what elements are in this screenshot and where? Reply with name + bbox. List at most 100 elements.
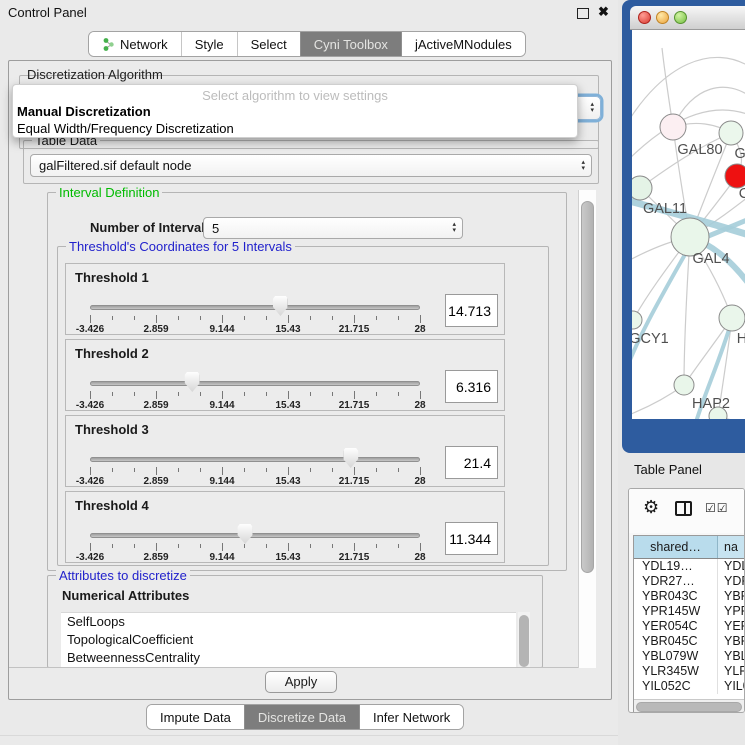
table-cell[interactable]: YBL079W <box>634 649 718 664</box>
settings-scrollbar-thumb[interactable] <box>581 201 594 573</box>
table-row[interactable]: YBL079W YBL0 <box>634 649 744 664</box>
table-cell[interactable]: YER0 <box>718 619 744 634</box>
network-window-titlebar[interactable] <box>630 6 745 30</box>
tab-impute-data[interactable]: Impute Data <box>147 705 244 729</box>
table-row[interactable]: YIL052C YIL0 <box>634 679 744 694</box>
threshold-slider[interactable]: -3.4262.8599.14415.4321.71528 <box>90 444 420 486</box>
table-row[interactable]: YLR345W YLR3 <box>634 664 744 679</box>
table-row[interactable]: YBR045C YBR0 <box>634 634 744 649</box>
slider-thumb[interactable] <box>273 296 288 316</box>
table-cell[interactable]: YPR1 <box>718 604 744 619</box>
column-header-shared-name[interactable]: shared… <box>634 536 718 558</box>
tab-discretize-data[interactable]: Discretize Data <box>244 705 360 729</box>
threshold-panel: Threshold 3 -3.4262.8599.14415.4321.7152… <box>65 415 505 487</box>
dropdown-option-equal-width[interactable]: Equal Width/Frequency Discretization <box>13 120 577 137</box>
tab-label: Network <box>120 37 168 52</box>
slider-track[interactable] <box>90 381 420 386</box>
table-cell[interactable]: YDL19… <box>634 559 718 574</box>
tab-label: Cyni Toolbox <box>314 37 388 52</box>
table-cell[interactable]: YBR0 <box>718 634 744 649</box>
table-row[interactable]: YDR27… YDR2 <box>634 574 744 589</box>
threshold-label: Threshold 4 <box>75 498 149 513</box>
table-cell[interactable]: YLR3 <box>718 664 744 679</box>
slider-thumb[interactable] <box>343 448 358 468</box>
tab-network[interactable]: Network <box>89 32 181 56</box>
table-cell[interactable]: YDR2 <box>718 574 744 589</box>
table-toolbar: ⚙ ☑☑ <box>629 489 744 533</box>
thresholds-group-title: Threshold's Coordinates for 5 Intervals <box>66 239 295 254</box>
threshold-slider[interactable]: -3.4262.8599.14415.4321.71528 <box>90 292 420 334</box>
table-cell[interactable]: YLR345W <box>634 664 718 679</box>
slider-track[interactable] <box>90 305 420 310</box>
apply-button[interactable]: Apply <box>265 671 337 693</box>
tab-cyni-toolbox[interactable]: Cyni Toolbox <box>300 32 402 56</box>
table-cell[interactable]: YIL052C <box>634 679 718 694</box>
table-cell[interactable]: YBR045C <box>634 634 718 649</box>
threshold-slider[interactable]: -3.4262.8599.14415.4321.71528 <box>90 520 420 562</box>
threshold-slider[interactable]: -3.4262.8599.14415.4321.71528 <box>90 368 420 410</box>
slider-track[interactable] <box>90 457 420 462</box>
slider-thumb[interactable] <box>238 524 253 544</box>
threshold-label: Threshold 3 <box>75 422 149 437</box>
attributes-list-scrollbar[interactable] <box>518 612 530 667</box>
table-data-combobox[interactable]: galFiltered.sif default node ▴▾ <box>30 154 592 177</box>
table-cell[interactable]: YPR145W <box>634 604 718 619</box>
column-layout-icon[interactable] <box>675 501 692 516</box>
gear-icon[interactable]: ⚙ <box>643 497 659 518</box>
attributes-group: Attributes to discretize Numerical Attri… <box>47 575 543 668</box>
table-cell[interactable]: YDR27… <box>634 574 718 589</box>
checkbox-icon[interactable]: ☑☑ <box>705 501 729 515</box>
table-cell[interactable]: YBR043C <box>634 589 718 604</box>
threshold-value-field[interactable] <box>445 522 498 555</box>
list-item[interactable]: TopologicalCoefficient <box>61 631 516 649</box>
table-hscrollbar[interactable] <box>634 699 744 713</box>
table-row[interactable]: YPR145W YPR1 <box>634 604 744 619</box>
tab-select[interactable]: Select <box>237 32 300 56</box>
table-row[interactable]: YDL19… YDL1 <box>634 559 744 574</box>
network-node[interactable] <box>674 375 694 395</box>
network-edge-thick[interactable] <box>632 242 692 375</box>
attributes-list[interactable]: SelfLoopsTopologicalCoefficientBetweenne… <box>61 612 516 667</box>
tab-infer-network[interactable]: Infer Network <box>360 705 463 729</box>
list-item[interactable]: SelfLoops <box>61 613 516 631</box>
table-cell[interactable]: YDL1 <box>718 559 744 574</box>
column-header-name[interactable]: na <box>718 536 744 558</box>
close-traffic-light-icon[interactable] <box>638 11 651 24</box>
table-cell[interactable]: YIL0 <box>718 679 744 694</box>
threshold-value-field[interactable] <box>445 370 498 403</box>
table-cell[interactable]: YER054C <box>634 619 718 634</box>
threshold-value-field[interactable] <box>445 294 498 327</box>
network-node-label: GAL80 <box>677 142 722 158</box>
network-node[interactable] <box>719 121 743 145</box>
network-icon <box>102 37 115 52</box>
network-node[interactable] <box>632 311 642 329</box>
control-panel-titlebar: Control Panel ✖ <box>0 0 618 24</box>
network-edge[interactable] <box>684 237 690 385</box>
tab-label: Discretize Data <box>258 710 346 725</box>
dropdown-option-manual[interactable]: Manual Discretization <box>13 103 577 120</box>
network-node[interactable] <box>725 164 745 188</box>
table-cell[interactable]: YBL0 <box>718 649 744 664</box>
table-row[interactable]: YBR043C YBR0 <box>634 589 744 604</box>
zoom-traffic-light-icon[interactable] <box>674 11 687 24</box>
network-node[interactable] <box>632 176 652 200</box>
network-view[interactable]: GAL80GACGAL11GAL4GCY1HHAP2 <box>632 30 745 419</box>
slider-ticks <box>90 390 420 400</box>
table-row[interactable]: YER054C YER0 <box>634 619 744 634</box>
tab-style[interactable]: Style <box>181 32 237 56</box>
threshold-value-field[interactable] <box>445 446 498 479</box>
slider-thumb[interactable] <box>185 372 200 392</box>
table-cell[interactable]: YBR0 <box>718 589 744 604</box>
num-intervals-combobox[interactable]: 5 ▴▾ <box>203 217 463 239</box>
network-edge[interactable] <box>632 57 745 125</box>
table-data-group: Table Data galFiltered.sif default node … <box>23 140 599 184</box>
tab-jactivemnodules[interactable]: jActiveMNodules <box>402 32 525 56</box>
slider-track[interactable] <box>90 533 420 538</box>
close-icon[interactable]: ✖ <box>598 4 609 20</box>
list-item[interactable]: BetweennessCentrality <box>61 649 516 667</box>
network-node[interactable] <box>660 114 686 140</box>
minimize-traffic-light-icon[interactable] <box>656 11 669 24</box>
network-node[interactable] <box>719 305 745 331</box>
settings-scrollbar[interactable] <box>578 190 596 668</box>
float-icon[interactable] <box>577 8 589 19</box>
